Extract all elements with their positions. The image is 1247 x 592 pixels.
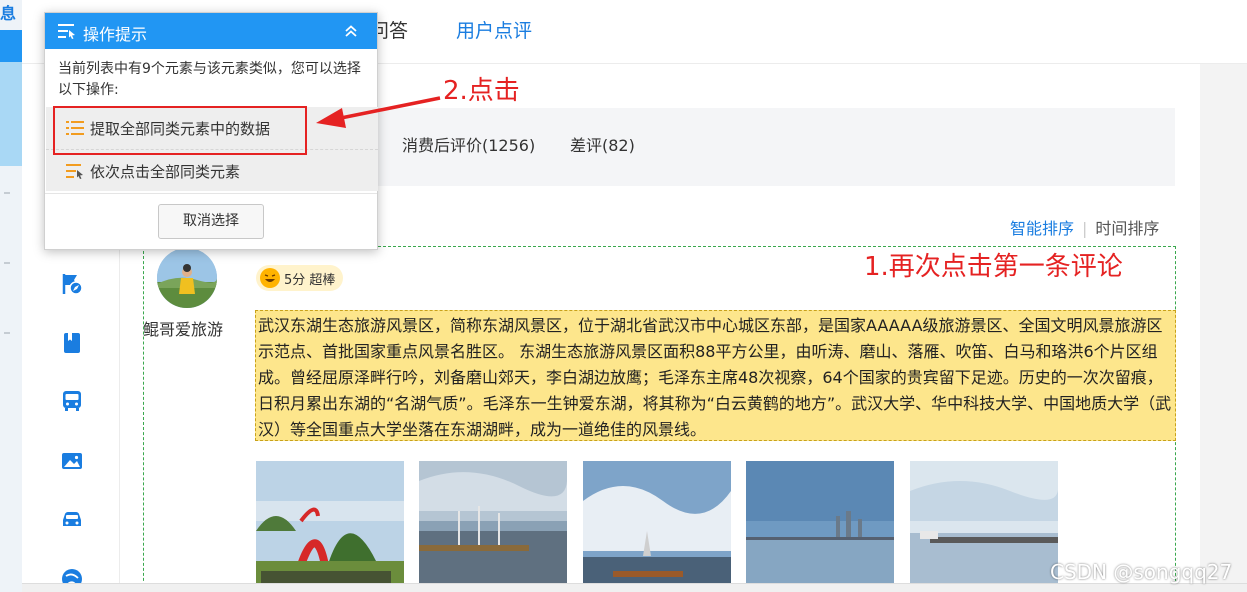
rating-label: 5分 超棒	[284, 272, 336, 288]
click-all-label: 依次点击全部同类元素	[90, 163, 241, 181]
annotation-highlight-box	[53, 106, 307, 155]
popup-header: 操作提示	[45, 13, 377, 49]
left-strip-tick	[4, 262, 10, 264]
watermark: CSDN @songqq27	[1050, 560, 1233, 584]
collapse-chevron-icon[interactable]	[342, 22, 360, 40]
popup-title: 操作提示	[83, 25, 148, 44]
photo-icon[interactable]	[60, 449, 84, 473]
horizontal-scrollbar[interactable]	[22, 583, 1247, 592]
left-sidebar-strip: 息	[0, 0, 22, 592]
car-icon[interactable]	[60, 507, 84, 531]
left-strip-tick	[4, 332, 10, 334]
review-text[interactable]: 武汉东湖生态旅游风景区，简称东湖风景区，位于湖北省武汉市中心城区东部，是国家AA…	[255, 310, 1176, 441]
compass-flag-icon[interactable]	[60, 272, 84, 296]
annotation-step-1: 1.再次点击第一条评论	[864, 252, 1123, 282]
annotation-step-2: 2.点击	[443, 76, 520, 106]
nav-tab-user-reviews[interactable]: 用户点评	[456, 16, 532, 43]
click-all-option[interactable]: 依次点击全部同类元素	[46, 149, 378, 191]
review-photo[interactable]	[746, 461, 894, 592]
review-username[interactable]: 鲲哥爱旅游	[143, 316, 223, 340]
review-photo[interactable]	[256, 461, 404, 592]
left-strip-glyph: 息	[0, 4, 17, 23]
list-cursor-icon	[66, 164, 83, 179]
left-strip-highlight	[0, 62, 22, 166]
review-photo[interactable]	[419, 461, 567, 592]
sort-time[interactable]: 时间排序	[1095, 219, 1159, 238]
rating-badge: 5分 超棒	[256, 265, 344, 291]
review-photo[interactable]	[910, 461, 1058, 592]
sort-separator: |	[1082, 219, 1088, 238]
list-cursor-icon	[58, 24, 75, 39]
cancel-selection-button[interactable]: 取消选择	[158, 204, 264, 239]
avatar[interactable]	[157, 248, 217, 308]
sort-smart[interactable]: 智能排序	[1010, 219, 1074, 238]
screenshot-root: 息 问答 用户点评 消费后评价(1256) 差评(82) 智能排序 | 时间排序…	[0, 0, 1247, 592]
right-gutter	[1200, 64, 1247, 584]
book-icon[interactable]	[60, 331, 84, 355]
filter-after-consumption[interactable]: 消费后评价(1256)	[402, 132, 535, 156]
popup-description: 当前列表中有9个元素与该元素类似，您可以选择以下操作:	[58, 61, 361, 98]
sort-options: 智能排序 | 时间排序	[1010, 215, 1159, 239]
left-strip-tick	[4, 192, 10, 194]
popup-footer-divider	[45, 193, 377, 194]
bus-icon[interactable]	[60, 389, 84, 413]
avatar-image	[157, 248, 217, 308]
left-strip-active-item[interactable]	[0, 30, 22, 62]
filter-negative[interactable]: 差评(82)	[570, 132, 635, 156]
laughing-face-icon	[260, 268, 280, 288]
review-photo[interactable]	[583, 461, 731, 592]
